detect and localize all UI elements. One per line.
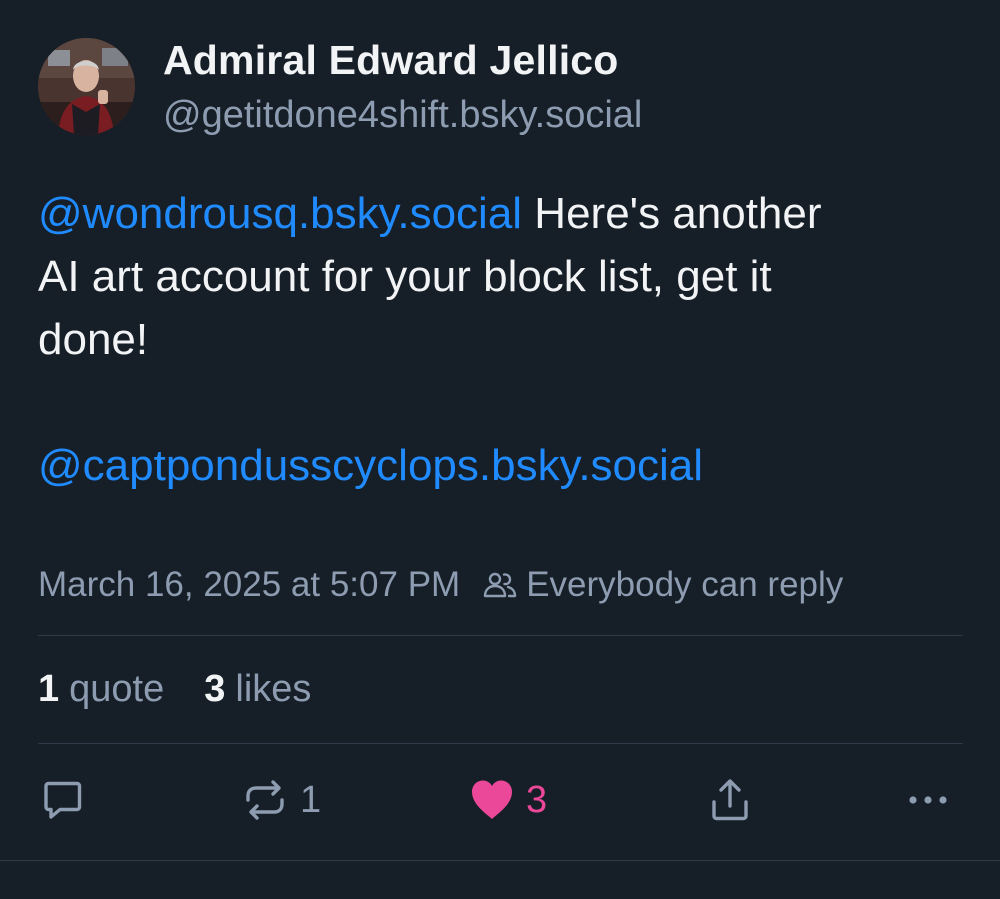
post-text-line: AI art account for your block list, get … bbox=[38, 252, 772, 301]
post-timestamp: March 16, 2025 at 5:07 PM bbox=[38, 565, 461, 604]
likes-stat[interactable]: 3 likes bbox=[204, 668, 311, 711]
comment-icon bbox=[44, 781, 82, 819]
share-icon bbox=[712, 779, 748, 821]
quotes-count: 1 bbox=[38, 668, 60, 710]
post-thread-item: Admiral Edward Jellico @getitdone4shift.… bbox=[0, 0, 1000, 899]
repost-button[interactable]: 1 bbox=[240, 772, 321, 828]
author-avatar[interactable] bbox=[38, 38, 135, 135]
author-handle[interactable]: @getitdone4shift.bsky.social bbox=[163, 94, 642, 137]
repost-count: 1 bbox=[300, 778, 322, 821]
reply-setting-button[interactable]: Everybody can reply bbox=[482, 565, 843, 605]
avatar-image bbox=[38, 38, 135, 135]
post-text-segment: Here's another bbox=[522, 189, 822, 238]
mention-link[interactable]: @captpondusscyclops.bsky.social bbox=[38, 441, 703, 490]
share-button[interactable] bbox=[706, 772, 754, 828]
likes-label: likes bbox=[235, 668, 312, 710]
author-display-name[interactable]: Admiral Edward Jellico bbox=[163, 37, 619, 84]
mention-link[interactable]: @wondrousq.bsky.social bbox=[38, 189, 522, 238]
like-count: 3 bbox=[526, 778, 548, 821]
people-icon bbox=[483, 572, 517, 598]
post-text-line: done! bbox=[38, 315, 149, 364]
post-meta-row: March 16, 2025 at 5:07 PM Everybody can … bbox=[38, 562, 843, 608]
heart-filled-icon bbox=[472, 780, 512, 819]
quotes-label: quote bbox=[69, 668, 165, 710]
repost-icon bbox=[246, 780, 284, 820]
engagement-stats: 1 quote 3 likes bbox=[38, 668, 311, 711]
reply-button[interactable] bbox=[38, 772, 86, 828]
ellipsis-icon bbox=[909, 796, 947, 804]
post-text: @wondrousq.bsky.social Here's another AI… bbox=[38, 182, 973, 497]
post-text-line: @wondrousq.bsky.social Here's another bbox=[38, 182, 973, 245]
post-text-line: @captpondusscyclops.bsky.social bbox=[38, 434, 973, 497]
quotes-stat[interactable]: 1 quote bbox=[38, 668, 164, 711]
post-text-blank-line bbox=[38, 371, 973, 434]
more-options-button[interactable] bbox=[904, 772, 952, 828]
divider bbox=[38, 635, 963, 636]
likes-count: 3 bbox=[204, 668, 226, 710]
divider bbox=[0, 860, 1000, 861]
divider bbox=[38, 743, 963, 744]
reply-setting-label: Everybody can reply bbox=[526, 565, 844, 604]
like-button[interactable]: 3 bbox=[468, 772, 547, 828]
